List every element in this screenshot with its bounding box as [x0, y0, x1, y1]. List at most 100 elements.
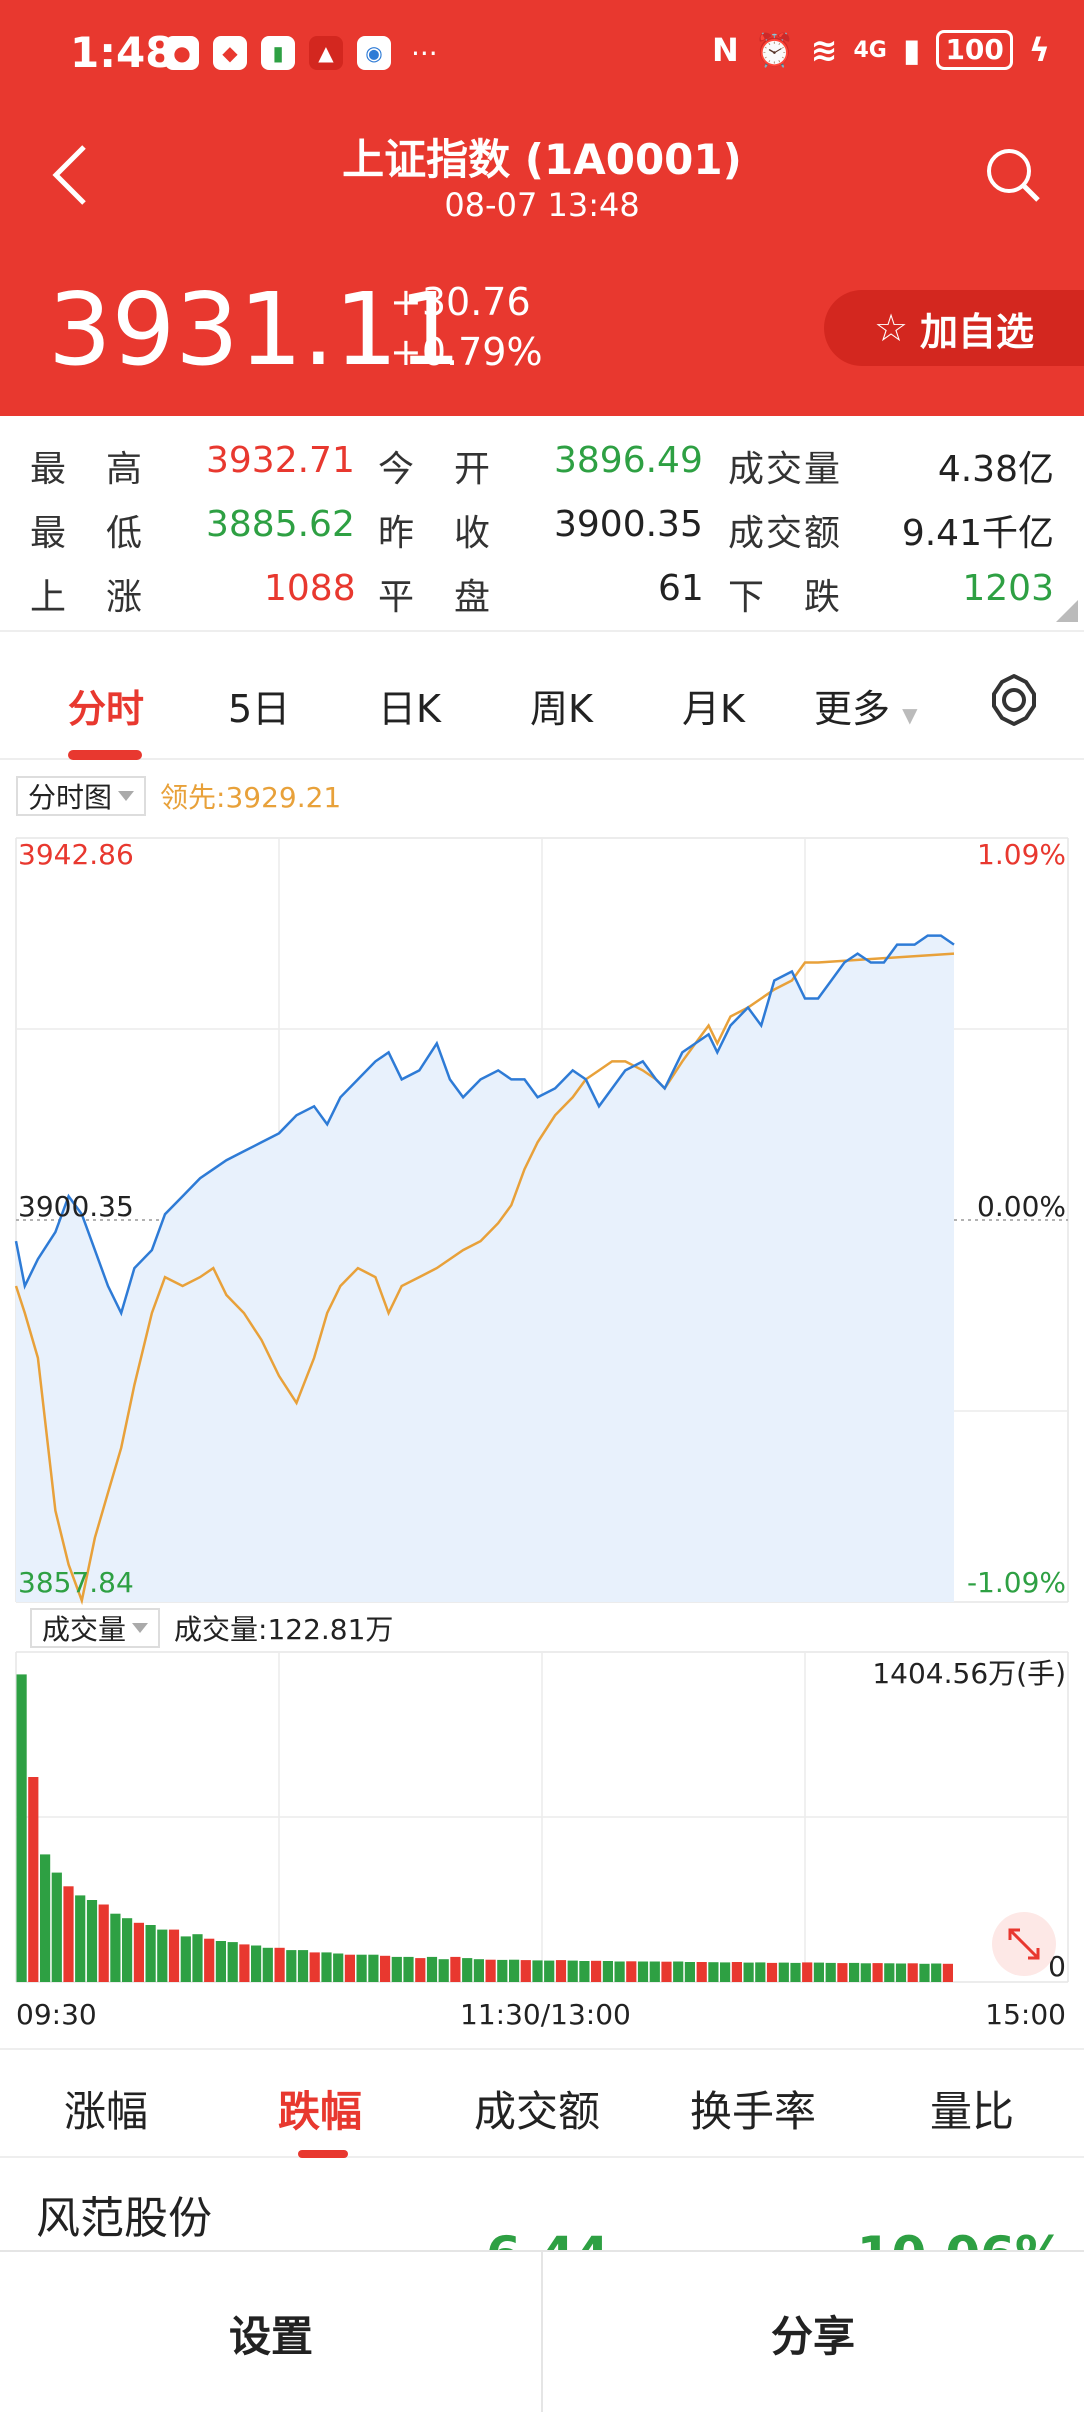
stat-value-volume: 4.38亿: [937, 449, 1054, 490]
tab-losers[interactable]: 跌幅: [278, 2078, 362, 2139]
volume-bar: [509, 1959, 520, 1982]
volume-bar: [297, 1950, 309, 1982]
volume-bar: [907, 1963, 918, 1982]
stock-change: -10.06%: [836, 2226, 1065, 2250]
volume-bar: [391, 1956, 402, 1982]
tab-more-label: 更多: [814, 687, 891, 731]
volume-bar: [790, 1962, 801, 1982]
volume-bar: [755, 1962, 766, 1982]
y-axis-min: 3857.84: [18, 1566, 134, 1599]
fullscreen-button[interactable]: [992, 1912, 1056, 1976]
chevron-down-icon: [118, 791, 135, 801]
tab-turnover-rate[interactable]: 换手率: [690, 2078, 816, 2139]
y-axis-max: 3942.86: [18, 838, 134, 871]
volume-bar: [778, 1962, 789, 1982]
volume-bar: [403, 1956, 414, 1982]
volume-max-label: 1404.56万(手): [872, 1657, 1066, 1690]
volume-bar: [497, 1959, 508, 1982]
tab-volume-ratio[interactable]: 量比: [930, 2078, 1014, 2139]
page-subtitle: 08-07 13:48: [444, 186, 640, 224]
volume-bar: [520, 1960, 531, 1982]
add-to-watchlist-label: 加自选: [920, 309, 1035, 354]
gear-icon[interactable]: [984, 670, 1044, 730]
tab-turnover[interactable]: 成交额: [474, 2078, 600, 2139]
volume-bar: [180, 1936, 191, 1982]
volume-bar: [872, 1963, 883, 1982]
volume-bar: [145, 1925, 156, 1982]
x-axis-start: 09:30: [16, 1998, 97, 2031]
volume-bar: [51, 1872, 62, 1982]
volume-bar: [333, 1953, 344, 1982]
volume-bar: [63, 1886, 74, 1982]
stat-value-high: 3932.71: [206, 440, 355, 481]
search-icon: [987, 149, 1040, 202]
volume-bar: [450, 1956, 461, 1982]
list-item[interactable]: 风范股份 6.44 -10.06%: [0, 2160, 1084, 2250]
tab-intraday[interactable]: 分时: [68, 678, 144, 733]
add-to-watchlist-button[interactable]: ☆ 加自选: [824, 290, 1084, 366]
volume-bar: [626, 1961, 637, 1982]
volume-bar: [157, 1929, 168, 1982]
volume-bar: [380, 1955, 391, 1982]
stock-name: 风范股份: [36, 2193, 212, 2244]
chevron-down-icon: [132, 1623, 149, 1633]
volume-bar: [544, 1960, 555, 1982]
tab-gainers[interactable]: 涨幅: [64, 2078, 148, 2139]
share-label: 分享: [770, 2311, 855, 2361]
volume-mode-dropdown[interactable]: 成交量: [30, 1608, 161, 1648]
battery-icon: 100: [936, 30, 1013, 70]
stats-row: 最 高 3932.71 今 开 3896.49 成交量 4.38亿: [0, 430, 1084, 494]
volume-bar: [110, 1913, 121, 1982]
intraday-chart[interactable]: [0, 830, 1084, 2020]
tab-daily-k[interactable]: 日K: [378, 678, 441, 733]
volume-bar: [462, 1958, 473, 1982]
price-change: +30.76: [390, 280, 531, 324]
volume-bar: [802, 1962, 813, 1982]
status-app-icons: ● ◆ ▮ ▲ ◉ ···: [165, 36, 438, 70]
stat-label: 成交额: [728, 513, 843, 554]
volume-bar: [532, 1960, 543, 1982]
tab-5day[interactable]: 5日: [228, 678, 290, 733]
stats-row: 最 低 3885.62 昨 收 3900.35 成交额 9.41千亿: [0, 494, 1084, 558]
volume-bar: [133, 1922, 144, 1982]
volume-bar: [720, 1962, 731, 1982]
volume-bar: [40, 1854, 51, 1982]
tab-more[interactable]: 更多 ▼: [814, 678, 918, 733]
stat-value-advancers: 1088: [264, 568, 356, 609]
volume-bar: [849, 1962, 860, 1982]
volume-bar: [28, 1777, 39, 1982]
volume-bar: [942, 1963, 953, 1982]
tab-weekly-k[interactable]: 周K: [530, 678, 593, 733]
y-axis-pct-zero: 0.00%: [977, 1190, 1066, 1223]
volume-bar: [227, 1942, 238, 1982]
stock-price: 6.44: [486, 2226, 609, 2250]
volume-bar: [356, 1954, 367, 1982]
volume-bar: [860, 1963, 871, 1982]
stat-value-turnover: 9.41千亿: [901, 513, 1054, 554]
search-button[interactable]: [978, 140, 1048, 210]
volume-bar: [75, 1895, 86, 1982]
volume-bar: [215, 1941, 226, 1982]
chart-mode-dropdown[interactable]: 分时图: [16, 776, 147, 816]
volume-bar: [837, 1963, 848, 1982]
app-notification-icon: ▲: [309, 36, 343, 70]
price-area: [16, 935, 954, 1602]
app-notification-icon: ◉: [357, 36, 391, 70]
share-button[interactable]: 分享: [542, 2252, 1084, 2412]
volume-bar: [239, 1944, 250, 1982]
stat-value-prev-close: 3900.35: [554, 504, 703, 545]
volume-bar: [274, 1947, 285, 1982]
volume-bar: [485, 1959, 496, 1982]
page-title: 上证指数 (1A0001): [342, 135, 742, 184]
y-axis-prev-close: 3900.35: [18, 1190, 134, 1223]
settings-button[interactable]: 设置: [0, 2252, 542, 2412]
tab-monthly-k[interactable]: 月K: [682, 678, 745, 733]
price-change-percent: +0.79%: [390, 330, 543, 374]
volume-bar: [344, 1954, 355, 1982]
stat-label: 下 跌: [728, 577, 843, 618]
volume-bar: [192, 1934, 203, 1982]
volume-bar: [579, 1961, 590, 1982]
volume-bar: [696, 1962, 707, 1982]
volume-bar: [813, 1962, 824, 1982]
expand-corner-icon[interactable]: [1056, 600, 1078, 622]
